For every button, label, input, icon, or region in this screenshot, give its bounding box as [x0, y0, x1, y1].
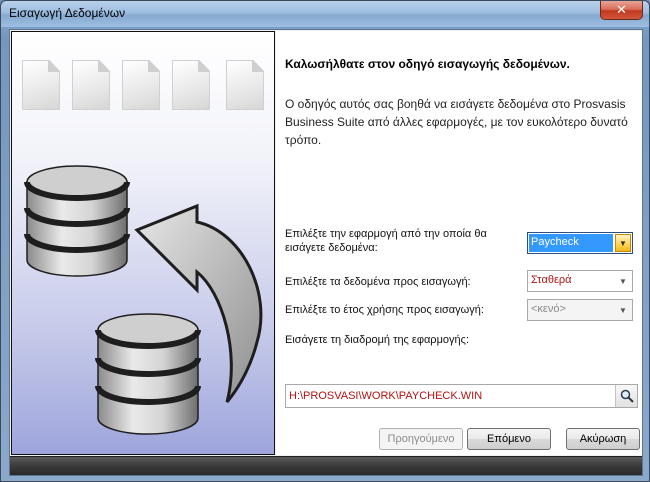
documents-illustration	[22, 60, 264, 112]
welcome-heading: Καλωσήλθατε στον οδηγό εισαγωγής δεδομέν…	[285, 57, 570, 71]
chevron-down-icon[interactable]: ▼	[615, 272, 631, 290]
fiscal-year-select[interactable]: <κενό> ▼	[527, 299, 633, 321]
data-type-label: Επιλέξτε τα δεδομένα προς εισαγωγή:	[285, 276, 471, 288]
app-path-value: H:\PROSVASI\WORK\PAYCHECK.WIN	[289, 390, 483, 402]
magnifier-icon	[620, 389, 634, 403]
document-icon	[72, 60, 110, 110]
close-button[interactable]: ✕	[600, 1, 643, 20]
document-icon	[172, 60, 210, 110]
app-path-label: Εισάγετε τη διαδρομή της εφαρμογής:	[285, 334, 469, 346]
browse-button[interactable]	[615, 385, 637, 407]
previous-button[interactable]: Προηγούμενο	[379, 428, 463, 450]
document-icon	[122, 60, 160, 110]
wizard-footer-bar	[10, 456, 642, 475]
next-button[interactable]: Επόμενο	[467, 428, 551, 450]
window-title: Εισαγωγή Δεδομένων	[9, 6, 126, 20]
cancel-button[interactable]: Ακύρωση	[566, 428, 640, 450]
target-database-icon	[95, 313, 201, 435]
application-label: Επιλέξτε την εφαρμογή από την οποία θα ε…	[285, 228, 487, 254]
document-icon	[22, 60, 60, 110]
data-type-select-value: Σταθερά	[531, 274, 572, 286]
source-database-icon	[24, 165, 130, 277]
app-path-input[interactable]: H:\PROSVASI\WORK\PAYCHECK.WIN	[285, 384, 638, 408]
import-wizard-window: Εισαγωγή Δεδομένων ✕ Καλωσήλθατε στον οδ…	[0, 0, 650, 482]
document-icon	[226, 60, 264, 110]
chevron-down-icon[interactable]: ▼	[615, 301, 631, 319]
wizard-side-illustration	[11, 31, 275, 455]
chevron-down-icon[interactable]: ▼	[615, 234, 631, 252]
wizard-client-area: Καλωσήλθατε στον οδηγό εισαγωγής δεδομέν…	[9, 29, 643, 476]
close-icon: ✕	[616, 2, 627, 18]
application-select-value: Paycheck	[529, 234, 613, 252]
fiscal-year-select-value: <κενό>	[531, 303, 566, 315]
intro-text: Ο οδηγός αυτός σας βοηθά να εισάγετε δεδ…	[285, 97, 628, 147]
database-transfer-icon	[24, 165, 263, 435]
wizard-content: Καλωσήλθατε στον οδηγό εισαγωγής δεδομέν…	[276, 31, 642, 455]
fiscal-year-label: Επιλέξτε το έτος χρήσης προς εισαγωγή:	[285, 304, 484, 316]
title-bar[interactable]: Εισαγωγή Δεδομένων ✕	[1, 1, 649, 27]
application-select[interactable]: Paycheck ▼	[527, 232, 633, 254]
data-type-select[interactable]: Σταθερά ▼	[527, 270, 633, 292]
